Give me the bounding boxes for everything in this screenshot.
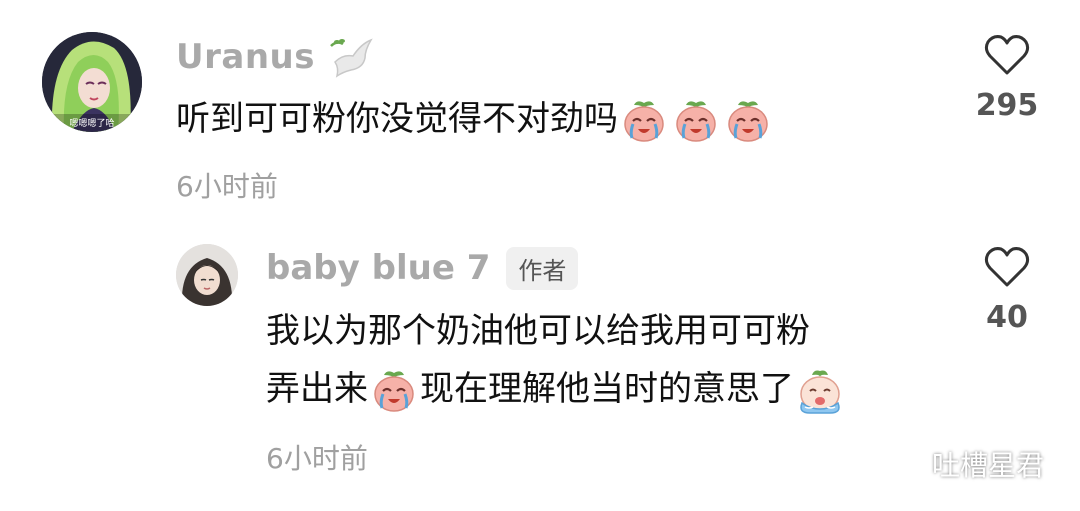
- reply-username[interactable]: baby blue 7: [266, 248, 490, 288]
- crying-blue-emoji: [794, 360, 846, 418]
- avatar-caption: 嗯嗯嗯了哈: [69, 117, 114, 129]
- reply-time: 6小时前: [266, 442, 368, 475]
- reply-line-1: 我以为那个奶油他可以给我用可可粉: [266, 302, 846, 360]
- avatar[interactable]: 嗯嗯嗯了哈: [42, 32, 142, 132]
- watermark-text: 吐槽星君: [931, 449, 1044, 482]
- comment-username[interactable]: Uranus: [176, 37, 315, 77]
- comment-text: 听到可可粉你没觉得不对劲吗: [176, 99, 618, 140]
- crying-peach-emoji: [676, 100, 716, 142]
- reply-text-line2-start: 弄出来: [266, 369, 368, 409]
- reply-like: 40: [962, 246, 1052, 335]
- like-count: 40: [986, 300, 1028, 335]
- heart-outline-icon[interactable]: [984, 246, 1030, 292]
- comment-user-row: Uranus: [176, 32, 375, 82]
- dove-icon: [329, 32, 375, 82]
- reply-line-2: 弄出来 现在理解他当时的意思了: [266, 360, 846, 418]
- comment-screen: 嗯嗯嗯了哈 Uranus 听到可可粉你没觉得不对劲吗 6小时前 295 baby…: [0, 0, 1080, 511]
- comment-like: 295: [962, 34, 1052, 123]
- crying-peach-emoji: [624, 100, 664, 142]
- watermark: 吐槽星君: [890, 444, 1044, 484]
- reply-text-line2-end: 现在理解他当时的意思了: [420, 369, 794, 409]
- reply-body: 我以为那个奶油他可以给我用可可粉 弄出来 现在理解他当时的意思了: [266, 302, 846, 418]
- comment-time: 6小时前: [176, 170, 278, 203]
- reply-avatar[interactable]: [176, 244, 238, 306]
- comment-body: 听到可可粉你没觉得不对劲吗: [176, 94, 774, 145]
- wechat-icon: [890, 446, 924, 483]
- emoji-row: [618, 94, 774, 145]
- reply-user-row: baby blue 7 作者: [266, 244, 579, 292]
- reply-text-line1: 我以为那个奶油他可以给我用可可粉: [266, 311, 810, 351]
- crying-peach-emoji: [728, 100, 768, 142]
- heart-outline-icon[interactable]: [984, 34, 1030, 80]
- crying-peach-emoji: [368, 360, 420, 418]
- like-count: 295: [975, 88, 1039, 123]
- author-badge: 作者: [506, 246, 579, 290]
